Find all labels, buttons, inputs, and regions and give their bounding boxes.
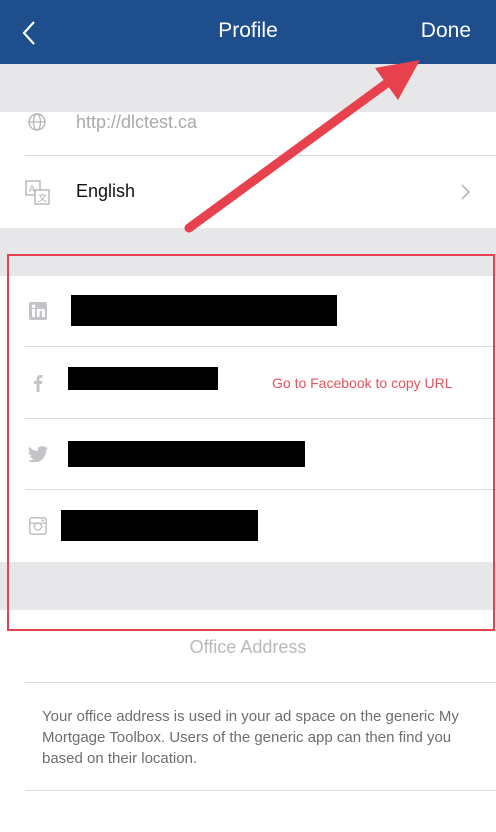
section-separator bbox=[0, 64, 496, 112]
done-button[interactable]: Done bbox=[421, 19, 471, 43]
instagram-row[interactable] bbox=[0, 490, 496, 562]
section-separator bbox=[0, 228, 496, 276]
twitter-icon bbox=[28, 446, 48, 462]
divider bbox=[25, 790, 496, 791]
website-url: http://dlctest.ca bbox=[76, 112, 198, 132]
office-address-label: Office Address bbox=[189, 637, 307, 657]
instagram-icon bbox=[29, 517, 47, 535]
website-row[interactable]: http://dlctest.ca bbox=[0, 112, 496, 156]
facebook-url-redacted bbox=[68, 367, 218, 390]
svg-text:A: A bbox=[29, 184, 35, 194]
section-separator bbox=[0, 562, 496, 610]
globe-icon bbox=[28, 113, 46, 131]
facebook-copy-url-link[interactable]: Go to Facebook to copy URL bbox=[272, 375, 453, 391]
twitter-url-redacted bbox=[68, 441, 305, 467]
chevron-right-icon bbox=[461, 184, 471, 200]
linkedin-url-redacted bbox=[71, 295, 337, 326]
linkedin-icon bbox=[29, 302, 47, 320]
language-value: English bbox=[76, 181, 136, 201]
instagram-url-redacted bbox=[61, 510, 258, 541]
facebook-icon bbox=[34, 375, 43, 392]
svg-text:文: 文 bbox=[38, 192, 47, 203]
office-address-description: Your office address is used in your ad s… bbox=[42, 708, 459, 767]
nav-bar: Profile Done bbox=[0, 0, 496, 64]
twitter-row[interactable] bbox=[0, 419, 496, 490]
linkedin-row[interactable] bbox=[0, 276, 496, 347]
divider bbox=[25, 682, 496, 683]
language-row[interactable]: A 文 English bbox=[0, 156, 496, 228]
translate-icon: A 文 bbox=[25, 180, 50, 205]
